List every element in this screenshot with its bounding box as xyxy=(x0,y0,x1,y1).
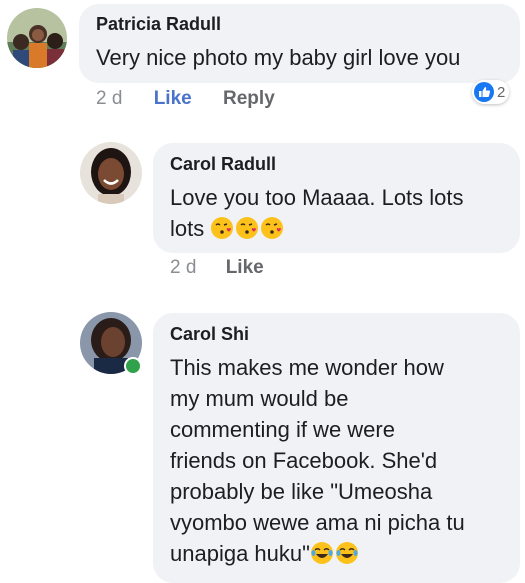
comment-text: Love you too Maaaa. Lots lots lots xyxy=(170,182,464,244)
comment-time: 2 d xyxy=(170,257,197,278)
avatar-carol-radull[interactable] xyxy=(80,142,142,204)
comment-meta: 2 d Like xyxy=(170,257,264,279)
tears-of-joy-emoji-icon xyxy=(335,542,358,564)
comment-text-line: my mum would be xyxy=(170,386,349,411)
comment-text-line: probably be like "Umeosha xyxy=(170,479,433,504)
like-button[interactable]: Like xyxy=(226,257,264,278)
reaction-count: 2 xyxy=(497,83,506,101)
comment-author[interactable]: Carol Radull xyxy=(170,154,276,175)
comment-author[interactable]: Carol Shi xyxy=(170,324,249,345)
comment-text-line: lots xyxy=(170,213,464,244)
comment-author[interactable]: Patricia Radull xyxy=(96,14,221,35)
comment-text-line: unapiga huku" xyxy=(170,538,465,569)
kissing-heart-emoji-icon xyxy=(261,217,284,239)
comment-text: Very nice photo my baby girl love you xyxy=(96,45,461,70)
comment-text-line: This makes me wonder how xyxy=(170,355,444,380)
comment-text-line: friends on Facebook. She'd xyxy=(170,448,438,473)
profile-photo-icon xyxy=(80,142,142,204)
comment-text: This makes me wonder how my mum would be… xyxy=(170,352,465,569)
comment-time: 2 d xyxy=(96,88,123,109)
like-icon xyxy=(474,82,494,102)
kissing-heart-emoji-icon xyxy=(211,217,234,239)
tears-of-joy-emoji-icon xyxy=(310,542,333,564)
comment-text-line: vyombo wewe ama ni picha tu xyxy=(170,510,465,535)
avatar-patricia[interactable] xyxy=(7,8,67,68)
comment-text-line: commenting if we were xyxy=(170,417,395,442)
reaction-count-badge[interactable]: 2 xyxy=(472,80,510,104)
comment-text-line: Love you too Maaaa. Lots lots xyxy=(170,185,464,210)
reply-button[interactable]: Reply xyxy=(223,88,275,109)
comment-meta: 2 d Like Reply xyxy=(96,88,275,110)
group-photo-icon xyxy=(7,8,67,68)
kissing-heart-emoji-icon xyxy=(236,217,259,239)
online-status-indicator xyxy=(124,357,142,375)
like-button[interactable]: Like xyxy=(154,88,192,109)
